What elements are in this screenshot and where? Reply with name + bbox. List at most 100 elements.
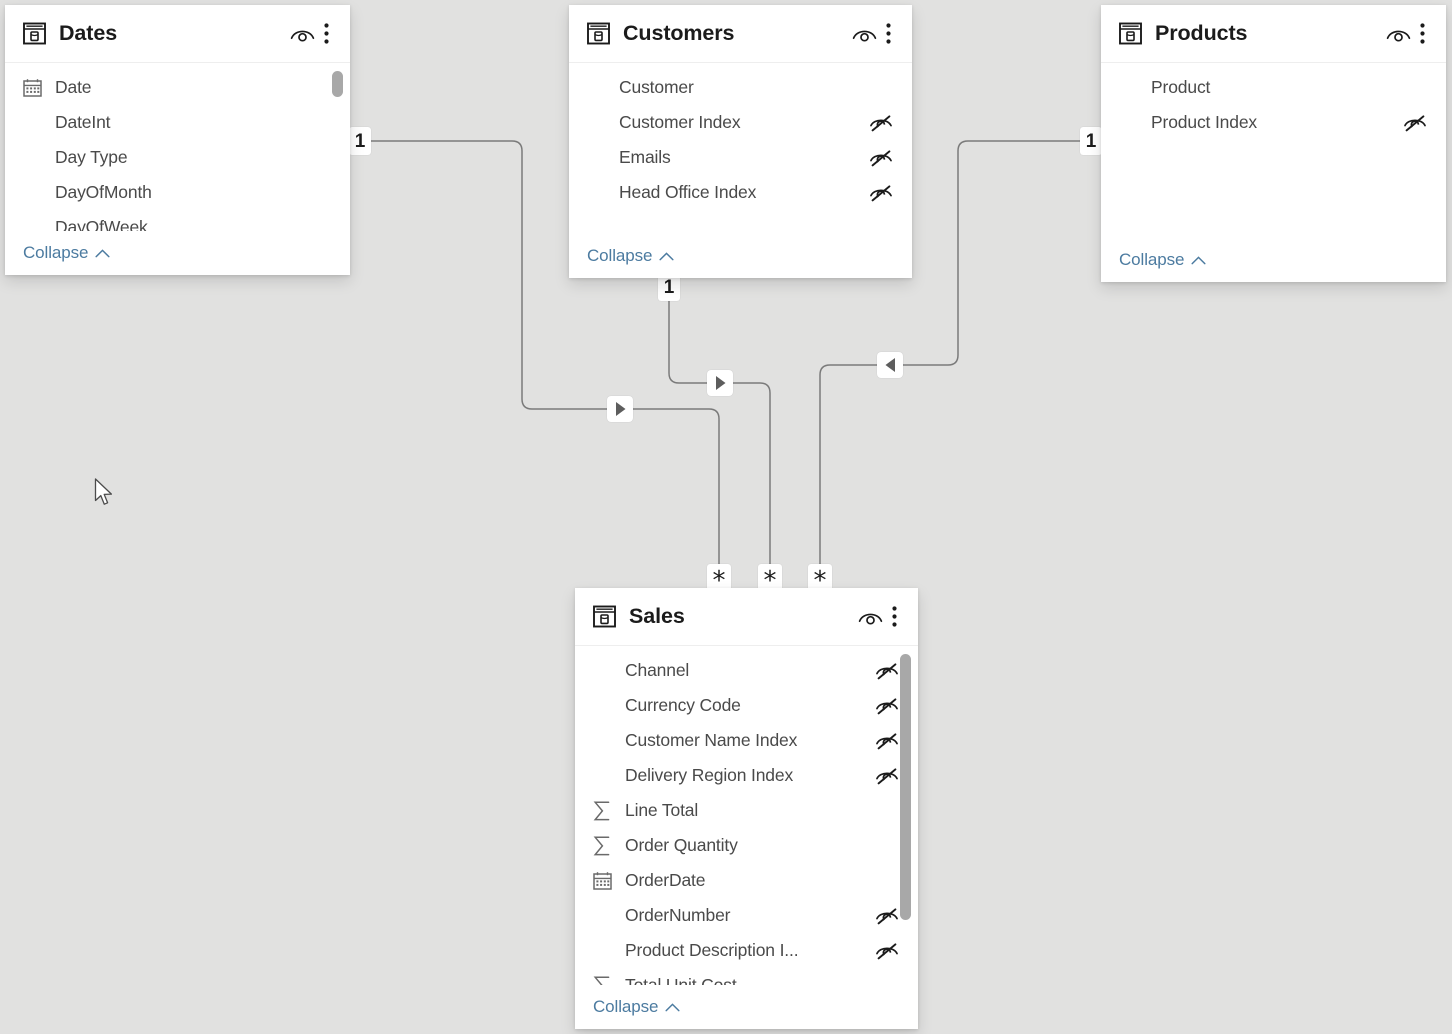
field-row[interactable]: Order Quantity [575, 828, 918, 863]
eye-slash-icon[interactable] [874, 766, 900, 786]
field-list-customers[interactable]: Customer Customer Index Emails Head Office … [569, 63, 912, 234]
eye-slash-icon[interactable] [874, 696, 900, 716]
field-list-products[interactable]: Product Product Index [1101, 63, 1446, 238]
eye-icon[interactable] [850, 20, 878, 48]
field-row[interactable]: DayOfMonth [5, 175, 350, 210]
field-name: Customer [619, 77, 694, 97]
field-name: Day Type [55, 147, 128, 167]
eye-slash-icon[interactable] [1402, 113, 1428, 133]
table-icon [587, 22, 610, 45]
filter-direction-arrow-icon-customers-to-sales[interactable] [707, 370, 733, 396]
collapse-button-products[interactable]: Collapse [1119, 250, 1206, 270]
field-name: OrderNumber [625, 905, 731, 925]
field-name: Emails [619, 147, 671, 167]
collapse-label: Collapse [23, 243, 89, 262]
mouse-cursor [94, 478, 116, 513]
table-card-customers[interactable]: Customers Customer Customer Index Emails Hea… [569, 5, 912, 278]
scrollbar-track-sales[interactable] [900, 646, 912, 985]
scrollbar-thumb-sales[interactable] [900, 654, 911, 920]
table-card-dates[interactable]: Dates Date DateInt Day Type DayOfMonth DayOfW… [5, 5, 350, 275]
chevron-up-icon [1191, 255, 1206, 265]
eye-icon[interactable] [1384, 20, 1412, 48]
relationship-line-customers-to-sales[interactable] [668, 293, 771, 570]
field-row[interactable]: Customer Name Index [575, 723, 918, 758]
sigma-icon [593, 801, 617, 821]
field-name: Channel [625, 660, 690, 680]
field-name: Date [55, 77, 92, 97]
field-row[interactable]: Line Total [575, 793, 918, 828]
field-row[interactable]: Total Unit Cost [575, 968, 918, 985]
more-options-icon[interactable] [1412, 20, 1432, 48]
collapse-button-dates[interactable]: Collapse [23, 243, 110, 263]
table-footer-dates: Collapse [5, 231, 350, 275]
table-icon [1119, 22, 1142, 45]
scrollbar-track-dates[interactable] [332, 63, 344, 231]
field-row[interactable]: Currency Code [575, 688, 918, 723]
field-row[interactable]: Product Index [1101, 105, 1446, 140]
field-row[interactable]: Product Description I... [575, 933, 918, 968]
chevron-up-icon [659, 251, 674, 261]
table-footer-sales: Collapse [575, 985, 918, 1029]
eye-slash-icon[interactable] [874, 731, 900, 751]
field-row[interactable]: Date [5, 70, 350, 105]
field-row[interactable]: Delivery Region Index [575, 758, 918, 793]
eye-slash-icon[interactable] [868, 148, 894, 168]
collapse-label: Collapse [1119, 250, 1185, 269]
more-options-icon[interactable] [884, 603, 904, 631]
more-options-icon[interactable] [316, 20, 336, 48]
field-row[interactable]: Product [1101, 70, 1446, 105]
table-footer-products: Collapse [1101, 238, 1446, 282]
calendar-icon [23, 78, 47, 97]
eye-slash-icon[interactable] [868, 183, 894, 203]
table-header-customers[interactable]: Customers [569, 5, 912, 63]
more-options-icon[interactable] [878, 20, 898, 48]
eye-slash-icon[interactable] [874, 661, 900, 681]
field-row[interactable]: Emails [569, 140, 912, 175]
chevron-up-icon [95, 248, 110, 258]
eye-slash-icon[interactable] [874, 941, 900, 961]
field-name: Currency Code [625, 695, 741, 715]
field-row[interactable]: Day Type [5, 140, 350, 175]
table-card-products[interactable]: Products Product Product Index Collapse [1101, 5, 1446, 282]
field-row[interactable]: Head Office Index [569, 175, 912, 210]
field-name: Product [1151, 77, 1211, 97]
field-name: Line Total [625, 800, 699, 820]
sigma-icon [593, 976, 617, 985]
eye-slash-icon[interactable] [874, 906, 900, 926]
table-header-dates[interactable]: Dates [5, 5, 350, 63]
field-name: DayOfMonth [55, 182, 152, 202]
cardinality-one-badge-products-to-sales[interactable]: 1 [1080, 127, 1102, 155]
model-view-canvas[interactable]: 1 * 1 * 1 * Dates Date DateInt Day Type DayOfMont… [0, 0, 1452, 1034]
field-row[interactable]: DayOfWeek [5, 210, 350, 231]
table-icon [23, 22, 46, 45]
field-row[interactable]: DateInt [5, 105, 350, 140]
field-list-sales[interactable]: Channel Currency Code Customer Name Index D… [575, 646, 918, 985]
collapse-button-customers[interactable]: Collapse [587, 246, 674, 266]
table-title-sales: Sales [629, 604, 685, 628]
filter-direction-arrow-icon-products-to-sales[interactable] [877, 352, 903, 378]
table-header-products[interactable]: Products [1101, 5, 1446, 63]
field-row[interactable]: OrderDate [575, 863, 918, 898]
table-card-sales[interactable]: Sales Channel Currency Code Customer Name I… [575, 588, 918, 1029]
field-row[interactable]: Channel [575, 653, 918, 688]
scrollbar-thumb-dates[interactable] [332, 71, 343, 97]
filter-direction-arrow-icon-dates-to-sales[interactable] [607, 396, 633, 422]
calendar-icon [593, 871, 617, 890]
field-list-dates[interactable]: Date DateInt Day Type DayOfMonth DayOfWeek [5, 63, 350, 231]
field-name: Customer Index [619, 112, 741, 132]
eye-icon[interactable] [856, 603, 884, 631]
cardinality-one-badge-dates-to-sales[interactable]: 1 [349, 127, 371, 155]
table-header-sales[interactable]: Sales [575, 588, 918, 646]
eye-slash-icon[interactable] [868, 113, 894, 133]
field-row[interactable]: Customer [569, 70, 912, 105]
table-title-customers: Customers [623, 21, 735, 45]
chevron-up-icon [665, 1002, 680, 1012]
field-row[interactable]: Customer Index [569, 105, 912, 140]
table-icon [593, 605, 616, 628]
table-footer-customers: Collapse [569, 234, 912, 278]
eye-icon[interactable] [288, 20, 316, 48]
collapse-button-sales[interactable]: Collapse [593, 997, 680, 1017]
field-name: Head Office Index [619, 182, 757, 202]
field-row[interactable]: OrderNumber [575, 898, 918, 933]
field-name: Customer Name Index [625, 730, 798, 750]
